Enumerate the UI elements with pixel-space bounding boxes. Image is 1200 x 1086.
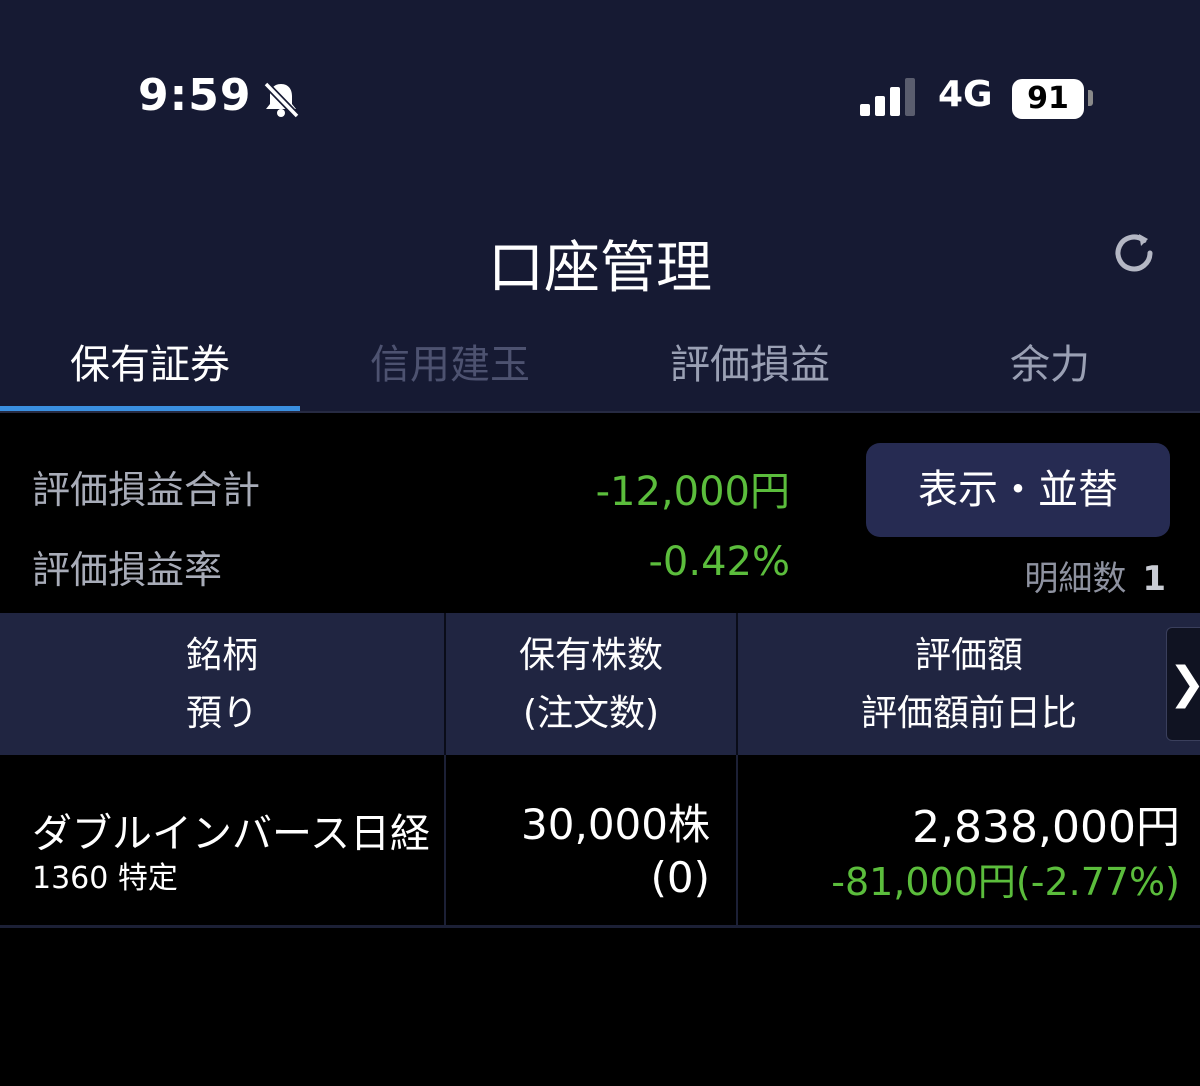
column-header-line1: 銘柄 [185,635,258,676]
tab-label: 信用建玉 [370,342,530,388]
chevron-right-icon: ❯ [1169,658,1200,709]
page-title: 口座管理 [488,236,712,301]
column-divider [444,755,446,925]
tab-label: 保有証券 [70,342,230,388]
column-divider [736,755,738,925]
nav-bar: 口座管理 保有証券 信用建玉 評価損益 余力 [0,185,1200,413]
pl-rate-value: -0.42% [648,539,790,585]
next-columns-button[interactable]: ❯ [1166,627,1200,741]
tab-bar: 保有証券 信用建玉 評価損益 余力 [0,325,1200,413]
column-header-shares: 保有株数 (注文数) [446,613,736,755]
column-header-line2: (注文数) [522,693,660,734]
bell-slash-icon [263,81,300,119]
detail-count-label: 明細数 [1024,559,1127,599]
column-header-line1: 評価額 [914,635,1023,676]
column-header-line1: 保有株数 [518,635,663,676]
column-header-value: 評価額 評価額前日比 [738,613,1200,755]
tab-holdings[interactable]: 保有証券 [0,325,300,413]
valuation-change: -81,000円(-2.77%) [831,860,1180,904]
refresh-icon[interactable] [1106,225,1162,281]
table-header: 銘柄 預り 保有株数 (注文数) 評価額 評価額前日比 ❯ [0,613,1200,755]
shares-held: 30,000株 [521,800,710,849]
security-code-account: 1360 特定 [32,861,178,896]
tab-unrealized-pl[interactable]: 評価損益 [600,325,900,413]
status-bar: 9:59 4G 91 [0,0,1200,185]
column-header-name: 銘柄 預り [0,613,444,755]
pl-rate-label: 評価損益率 [32,548,223,592]
column-header-line2: 評価額前日比 [860,693,1077,734]
tab-label: 評価損益 [670,342,830,388]
column-header-line2: 預り [185,693,258,734]
status-time: 9:59 [138,70,252,121]
security-name: ダブルインバース日経 [32,811,430,857]
pl-total-label: 評価損益合計 [32,468,261,512]
battery-icon: 91 [1012,79,1084,119]
pl-total-value: -12,000円 [595,469,790,515]
detail-count: 明細数 1 [1024,551,1166,600]
tab-buying-power[interactable]: 余力 [900,325,1200,413]
order-count: (0) [650,853,711,902]
valuation: 2,838,000円 [912,802,1180,853]
divider [0,925,1200,928]
display-sort-button[interactable]: 表示・並替 [866,443,1170,537]
cellular-signal-icon [860,78,915,116]
network-type: 4G [938,74,993,115]
detail-count-value: 1 [1142,559,1166,599]
table-row[interactable]: ダブルインバース日経 1360 特定 30,000株 (0) 2,838,000… [0,755,1200,925]
tab-label: 余力 [1010,342,1090,388]
battery-tip [1088,90,1093,106]
pl-summary: 評価損益合計 -12,000円 評価損益率 -0.42% 表示・並替 明細数 1 [0,413,1200,613]
tab-margin-positions[interactable]: 信用建玉 [300,325,600,413]
